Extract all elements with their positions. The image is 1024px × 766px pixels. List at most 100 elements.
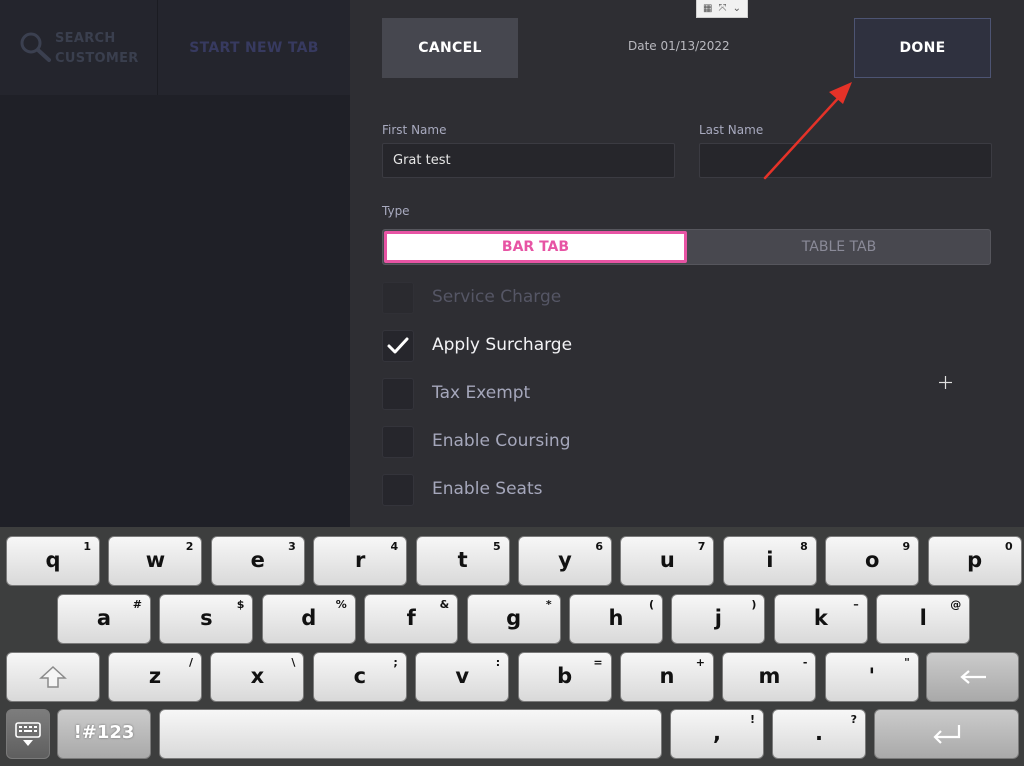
keyboard-toggle-widget[interactable]: ▦ ⤧ ⌄ bbox=[696, 0, 748, 18]
key-t-secondary-label: 5 bbox=[492, 540, 501, 553]
apply-surcharge-option[interactable]: Apply Surcharge bbox=[382, 330, 642, 362]
on-screen-keyboard: q 1 w 2 e 3 r 4 t 5 y 6 u 7 i 8 o 9 p 0 a # s $ d% f & g * h(j) k – l @ z /… bbox=[0, 527, 1024, 766]
key-m[interactable]: m- bbox=[722, 652, 817, 702]
date-label: Date 01/13/2022 bbox=[628, 39, 730, 53]
key-k-secondary-label: – bbox=[853, 598, 859, 611]
key-z[interactable]: z / bbox=[108, 652, 202, 702]
search-customer-label: SEARCH CUSTOMER bbox=[55, 29, 139, 69]
crosshair-cursor-icon bbox=[939, 376, 952, 389]
apply-surcharge-checkbox[interactable] bbox=[382, 330, 414, 362]
backspace-arrow-icon bbox=[927, 653, 1018, 701]
key-period[interactable]: .? bbox=[772, 709, 866, 759]
enable-coursing-checkbox[interactable] bbox=[382, 426, 414, 458]
chevron-down-icon: ⌄ bbox=[732, 2, 741, 14]
expand-icon: ⤧ bbox=[718, 2, 727, 14]
key-v-secondary-label: : bbox=[495, 656, 501, 669]
first-name-label: First Name bbox=[382, 123, 447, 137]
enter-key[interactable] bbox=[874, 709, 1019, 759]
key-s[interactable]: s $ bbox=[159, 594, 254, 644]
service-charge-label: Service Charge bbox=[432, 287, 562, 307]
service-charge-checkbox[interactable] bbox=[382, 282, 414, 314]
key-b[interactable]: b = bbox=[517, 652, 612, 702]
key-n[interactable]: n + bbox=[620, 652, 714, 702]
key-z-label: z bbox=[148, 664, 162, 688]
tax-exempt-checkbox[interactable] bbox=[382, 378, 414, 410]
search-icon bbox=[20, 32, 51, 62]
key-f[interactable]: f & bbox=[364, 594, 459, 644]
key-u-secondary-label: 7 bbox=[697, 540, 706, 553]
key-c-secondary-label: ; bbox=[393, 656, 398, 669]
enable-seats-label: Enable Seats bbox=[432, 479, 543, 499]
type-label: Type bbox=[382, 204, 410, 218]
key-b-secondary-label: = bbox=[593, 656, 603, 669]
last-name-field[interactable] bbox=[699, 143, 992, 178]
key-x[interactable]: x \ bbox=[210, 652, 305, 702]
shift-key[interactable] bbox=[6, 652, 100, 702]
apply-surcharge-label: Apply Surcharge bbox=[432, 335, 573, 355]
tax-exempt-option[interactable]: Tax Exempt bbox=[382, 378, 642, 410]
table-tab-option[interactable]: TABLE TAB bbox=[688, 230, 990, 264]
key-y[interactable]: y6 bbox=[518, 536, 612, 586]
start-new-tab-button[interactable]: START NEW TAB bbox=[158, 0, 350, 95]
key-g[interactable]: g * bbox=[466, 594, 561, 644]
key-r[interactable]: r4 bbox=[313, 536, 408, 586]
hide-keyboard-key[interactable] bbox=[6, 709, 50, 759]
key-k[interactable]: k – bbox=[773, 594, 868, 644]
key-c[interactable]: c; bbox=[312, 652, 407, 702]
key-e[interactable]: e3 bbox=[210, 536, 305, 586]
key-n-secondary-label: + bbox=[695, 656, 705, 669]
symbols-key-label: !#123 bbox=[73, 722, 135, 743]
enable-seats-checkbox[interactable] bbox=[382, 474, 414, 506]
key-w[interactable]: w2 bbox=[108, 536, 203, 586]
key-comma[interactable]: ,! bbox=[670, 709, 764, 759]
space-key[interactable] bbox=[159, 709, 662, 759]
key-h[interactable]: h( bbox=[569, 594, 663, 644]
key-t[interactable]: t5 bbox=[415, 536, 510, 586]
search-customer-line1: SEARCH bbox=[55, 31, 116, 46]
done-button[interactable]: DONE bbox=[854, 18, 991, 78]
search-customer-button[interactable]: SEARCH CUSTOMER bbox=[0, 0, 158, 95]
key-s-secondary-label: $ bbox=[236, 598, 245, 611]
key-g-secondary-label: * bbox=[545, 598, 552, 611]
key-x-label: x bbox=[250, 664, 265, 688]
key-l[interactable]: l @ bbox=[876, 594, 971, 644]
service-charge-option[interactable]: Service Charge bbox=[382, 282, 642, 314]
key-z-secondary-label: / bbox=[188, 656, 193, 669]
key-o-secondary-label: 9 bbox=[902, 540, 911, 553]
enable-seats-option[interactable]: Enable Seats bbox=[382, 474, 642, 506]
key-a-secondary-label: # bbox=[132, 598, 142, 611]
key-p-secondary-label: 0 bbox=[1004, 540, 1013, 553]
key-r-secondary-label: 4 bbox=[390, 540, 399, 553]
key-apostrophe[interactable]: ' " bbox=[824, 652, 919, 702]
key-d-secondary-label: % bbox=[335, 598, 347, 611]
key-i-secondary-label: 8 bbox=[800, 540, 808, 553]
key-p[interactable]: p0 bbox=[927, 536, 1022, 586]
key-q[interactable]: q1 bbox=[6, 536, 100, 586]
key-m-secondary-label: - bbox=[802, 656, 808, 669]
backspace-key[interactable] bbox=[926, 652, 1019, 702]
enable-coursing-option[interactable]: Enable Coursing bbox=[382, 426, 642, 458]
key-v[interactable]: v: bbox=[415, 652, 510, 702]
key-v-label: v bbox=[455, 664, 470, 688]
keyboard-grid-icon: ▦ bbox=[703, 2, 713, 14]
cancel-button[interactable]: CANCEL bbox=[382, 18, 518, 78]
checkmark-icon bbox=[387, 337, 409, 354]
tab-form-panel: ▦ ⤧ ⌄ CANCEL Date 01/13/2022 DONE First … bbox=[350, 0, 1024, 527]
shift-arrow-icon bbox=[7, 653, 99, 701]
key-j[interactable]: j) bbox=[671, 594, 766, 644]
key-m-label: m bbox=[758, 664, 781, 688]
symbols-key[interactable]: !#123 bbox=[57, 709, 151, 759]
key-d[interactable]: d% bbox=[261, 594, 356, 644]
key-o[interactable]: o9 bbox=[825, 536, 920, 586]
first-name-field[interactable]: Grat test bbox=[382, 143, 675, 178]
key-y-secondary-label: 6 bbox=[595, 540, 603, 553]
bar-tab-option[interactable]: BAR TAB bbox=[384, 231, 687, 263]
tax-exempt-label: Tax Exempt bbox=[432, 383, 531, 403]
key-u[interactable]: u7 bbox=[620, 536, 715, 586]
key-x-secondary-label: \ bbox=[291, 656, 296, 669]
key-i[interactable]: i8 bbox=[722, 536, 817, 586]
key-period-secondary-label: ? bbox=[850, 713, 857, 726]
key-a[interactable]: a # bbox=[57, 594, 151, 644]
keyboard-hide-icon bbox=[7, 710, 49, 758]
key-l-secondary-label: @ bbox=[950, 598, 962, 611]
